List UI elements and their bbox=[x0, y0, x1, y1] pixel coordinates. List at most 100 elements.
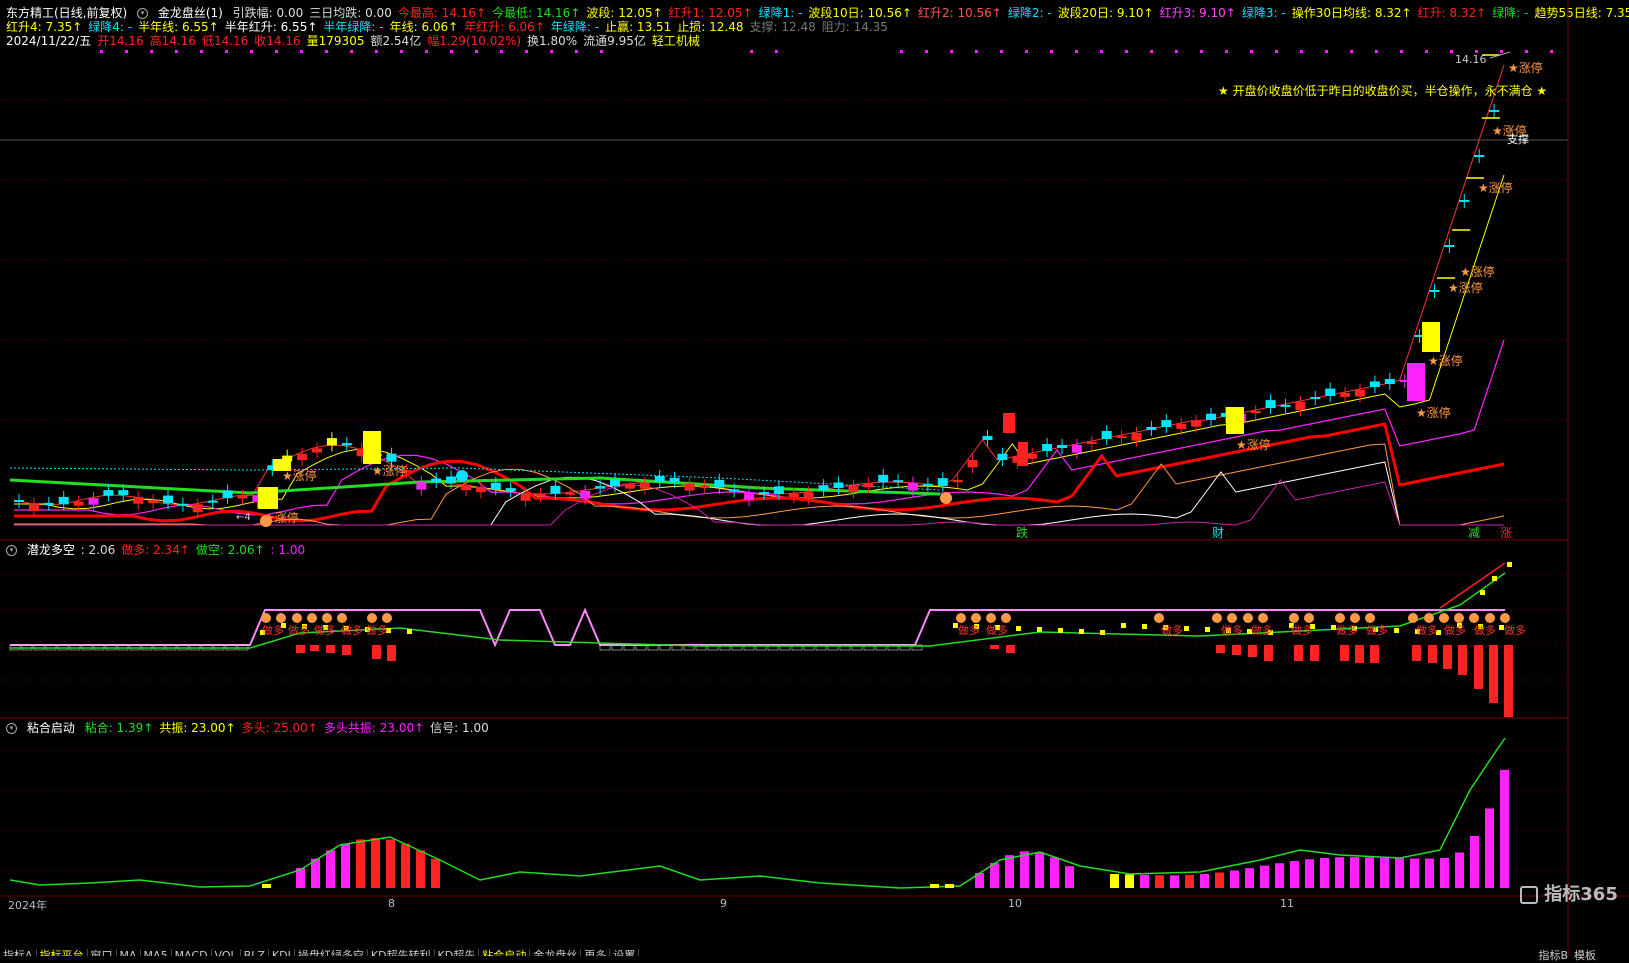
chart-canvas[interactable]: 做多 做多 做多 做多 做多 做多 做多 做多 做多 做多 做多 做多 做多 做多 做多 做多 做多 ★涨停★涨… bbox=[0, 0, 1629, 956]
bear-bar bbox=[296, 645, 305, 653]
signal-bar bbox=[1320, 858, 1329, 888]
candle-body bbox=[595, 486, 606, 489]
signal-bar bbox=[1170, 875, 1179, 888]
panel2-value-3: : 1.00 bbox=[270, 543, 306, 557]
candle-body bbox=[893, 480, 904, 483]
signal-dot bbox=[1507, 562, 1512, 567]
signal-dot bbox=[1400, 50, 1403, 53]
tab-7[interactable]: BLZ bbox=[241, 949, 269, 956]
buy-label: 做多 bbox=[1504, 623, 1526, 637]
signal-dot bbox=[1325, 50, 1328, 53]
signal-dot bbox=[1058, 628, 1063, 633]
signal-bar bbox=[262, 884, 271, 888]
tab-11[interactable]: KD超先 bbox=[435, 949, 480, 956]
signal-bar bbox=[1455, 852, 1464, 888]
tab-4[interactable]: MA5 bbox=[141, 949, 172, 956]
limit-up-label: ★涨停 bbox=[1236, 437, 1271, 452]
tab-0[interactable]: 指标A bbox=[0, 949, 37, 956]
signal-bar bbox=[1245, 868, 1254, 888]
ma-line bbox=[13, 64, 1505, 506]
candle-body bbox=[922, 483, 933, 486]
tab-6[interactable]: VOL bbox=[212, 949, 241, 956]
ma-line bbox=[14, 422, 1505, 523]
signal-bar bbox=[326, 850, 335, 888]
date-axis-label: 2024年 bbox=[8, 899, 47, 912]
candle-body bbox=[818, 485, 829, 491]
signal-bar bbox=[1275, 863, 1284, 888]
tab-2[interactable]: 窗口 bbox=[88, 949, 117, 956]
candle-body bbox=[43, 502, 54, 505]
buy-label: 做多 bbox=[288, 623, 310, 637]
tab-1[interactable]: 指标平台 bbox=[37, 949, 88, 956]
money-bag-icon bbox=[367, 613, 377, 623]
tab-14[interactable]: 更多 bbox=[581, 949, 611, 956]
candle-body bbox=[446, 476, 457, 484]
panel3-toggle-icon[interactable]: ▾ bbox=[6, 723, 17, 734]
signal-dot bbox=[950, 50, 953, 53]
signal-bar bbox=[1140, 874, 1149, 888]
tab-8[interactable]: KDJ bbox=[269, 949, 295, 956]
signal-dot bbox=[1250, 50, 1253, 53]
candle-body bbox=[1101, 431, 1112, 439]
limit-up-label: ★涨停 bbox=[1428, 353, 1463, 368]
buy-label: 做多 bbox=[1474, 623, 1496, 637]
signal-dot bbox=[325, 50, 328, 53]
bear-bar bbox=[1310, 645, 1319, 661]
signal-dot bbox=[475, 50, 478, 53]
candle-body bbox=[1146, 426, 1157, 430]
signal-dot bbox=[550, 50, 553, 53]
tab-5[interactable]: MACD bbox=[172, 949, 212, 956]
candle-body bbox=[863, 483, 874, 488]
buy-label: 做多 bbox=[1444, 623, 1466, 637]
signal-bar bbox=[1365, 857, 1374, 888]
candle-body bbox=[759, 492, 769, 495]
tab-13[interactable]: 金龙盘丝 bbox=[530, 949, 582, 956]
tab-9[interactable]: 操盘红绿多空 bbox=[295, 949, 368, 956]
signal-dot bbox=[775, 50, 778, 53]
signal-bar bbox=[1485, 808, 1494, 888]
signal-marker: 涨 bbox=[1500, 525, 1512, 540]
candle-body bbox=[1161, 420, 1172, 427]
candle-body bbox=[505, 488, 516, 492]
signal-dot bbox=[600, 50, 603, 53]
candle-body bbox=[312, 448, 322, 453]
tab-10[interactable]: KD超先转利 bbox=[368, 949, 435, 956]
candle-body bbox=[416, 482, 427, 490]
candle-body bbox=[624, 484, 635, 489]
signal-bar bbox=[1395, 858, 1404, 888]
panel2-title[interactable]: 潜龙多空 bbox=[27, 543, 75, 557]
signal-dot bbox=[350, 50, 353, 53]
tab-15[interactable]: 设置 bbox=[610, 949, 640, 956]
buy-label: 做多 bbox=[262, 623, 284, 637]
trend-line bbox=[9, 476, 941, 496]
money-bag-icon bbox=[337, 613, 347, 623]
date-axis-label: 8 bbox=[388, 897, 395, 910]
candle-body bbox=[967, 460, 978, 468]
watermark-logo: 指标365 bbox=[1520, 880, 1618, 906]
money-bag-icon bbox=[1304, 613, 1314, 623]
candle-body bbox=[461, 484, 471, 491]
tab-3[interactable]: MA bbox=[117, 949, 141, 956]
signal-dot bbox=[1300, 50, 1303, 53]
candle-body bbox=[1369, 381, 1380, 387]
tab-12[interactable]: 粘合启动 bbox=[479, 949, 531, 956]
candle-body bbox=[133, 496, 144, 504]
candle-body bbox=[744, 492, 755, 501]
panel3-title[interactable]: 粘合启动 bbox=[27, 721, 75, 735]
candle-body bbox=[684, 483, 695, 491]
signal-bar bbox=[1050, 857, 1059, 888]
signal-dot bbox=[1450, 50, 1453, 53]
signal-dot bbox=[1025, 50, 1028, 53]
last-price-label: 14.16 bbox=[1455, 53, 1487, 66]
buy-label: 做多 bbox=[1221, 623, 1243, 637]
candle-body bbox=[1176, 424, 1187, 429]
panel2-toggle-icon[interactable]: ▾ bbox=[6, 545, 17, 556]
candle-body bbox=[1191, 421, 1202, 427]
signal-dot bbox=[1492, 576, 1497, 581]
money-bag-icon bbox=[261, 613, 271, 623]
signal-bar bbox=[1440, 858, 1449, 888]
signal-dot bbox=[175, 50, 178, 53]
bear-bar bbox=[1355, 645, 1364, 663]
signal-dot bbox=[1525, 50, 1528, 53]
signal-dot bbox=[250, 50, 253, 53]
